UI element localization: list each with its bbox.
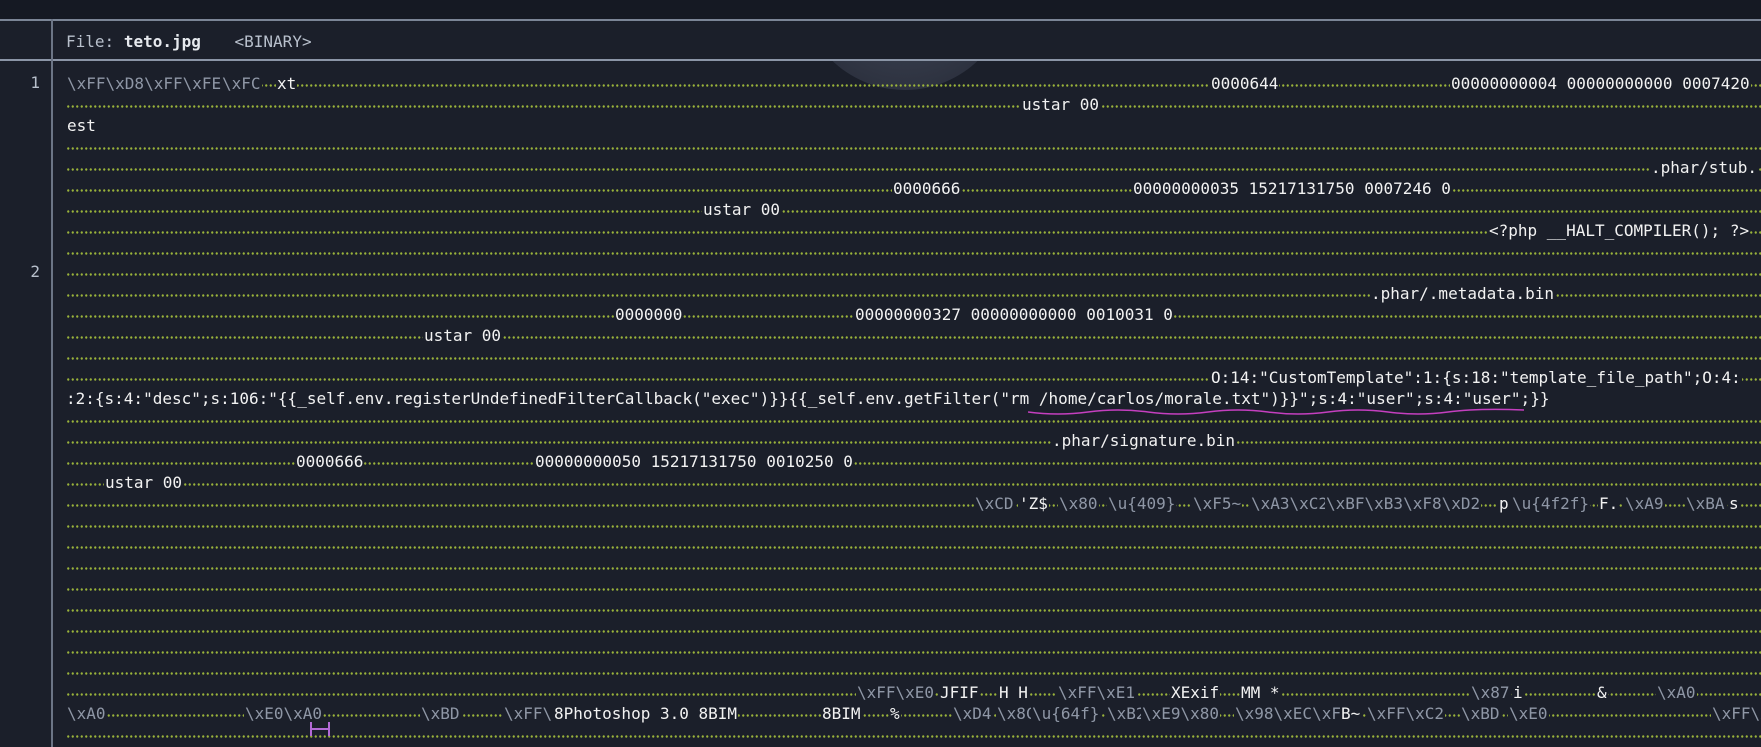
text: p xyxy=(1498,493,1510,514)
content-row: 0000666 00000000050 15217131750 0010250 … xyxy=(66,451,1761,472)
text: .phar/signature.bin xyxy=(1051,430,1237,451)
text: 00000000004 00000000000 0007420 xyxy=(1450,73,1751,94)
hex-text: \xA3\xC2 xyxy=(1250,493,1330,514)
content-row xyxy=(66,535,1761,556)
hex-text: \xFC xyxy=(221,73,262,94)
text: H H xyxy=(998,682,1029,703)
hex-text: \xBD xyxy=(420,703,461,724)
hex-text: \xE0 xyxy=(1508,703,1549,724)
content-row xyxy=(66,136,1761,157)
content-row: \xFF\xD8\xFF\xFE \xFC xt 0000644 0000000… xyxy=(66,73,1761,94)
text: 00000000035 15217131750 0007246 0 xyxy=(1132,178,1452,199)
text: ustar 00 xyxy=(702,199,782,220)
text: xt xyxy=(276,73,298,94)
hex-text: \xA0 xyxy=(66,703,107,724)
text: 0000666 xyxy=(295,451,365,472)
hex-text: \u{64f} xyxy=(1031,703,1101,724)
content-row xyxy=(66,577,1761,598)
text: & xyxy=(1596,682,1608,703)
content-row: ustar 00 xyxy=(66,325,1761,346)
content-row: \xFF\xE0 JFIF H H \xFF\xE1 XExif MM * \x… xyxy=(66,682,1761,703)
content-row: ustar 00 xyxy=(66,472,1761,493)
content-row xyxy=(66,661,1761,682)
text: .phar/stub. xyxy=(1650,157,1758,178)
file-info: File: teto.jpg <BINARY> xyxy=(66,32,312,51)
content-row: O:14:"CustomTemplate":1:{s:18:"template_… xyxy=(66,367,1761,388)
text: 0000666 xyxy=(892,178,962,199)
file-label: File: xyxy=(66,32,115,51)
top-bar xyxy=(0,0,1761,21)
hex-text: \xA9 xyxy=(1624,493,1665,514)
line-number-2: 2 xyxy=(30,262,40,281)
content-row xyxy=(66,514,1761,535)
content-row: <?php __HALT_COMPILER(); ?> xyxy=(66,220,1761,241)
hex-text: \xBD xyxy=(1460,703,1501,724)
text: est xyxy=(66,115,97,136)
hex-text: \x87 xyxy=(1470,682,1511,703)
content-row xyxy=(66,241,1761,262)
text: .phar/.metadata.bin xyxy=(1370,283,1556,304)
content-row: ustar 00 xyxy=(66,94,1761,115)
text: 0000000 xyxy=(614,304,684,325)
text-cursor-icon xyxy=(310,722,330,736)
text: ustar 00 xyxy=(1021,94,1101,115)
content-row: 0000000 00000000327 00000000000 0010031 … xyxy=(66,304,1761,325)
text: <?php __HALT_COMPILER(); ?> xyxy=(1488,220,1751,241)
text: 'Z$ xyxy=(1018,493,1049,514)
hex-text: \xBA xyxy=(1685,493,1726,514)
hex-text: \xFF\xC xyxy=(1711,703,1761,724)
content-row: \xCD 'Z$ \x80 \u{409} \xF5~ \xA3\xC2 \xB… xyxy=(66,493,1761,514)
content-row xyxy=(66,262,1761,283)
text: JFIF xyxy=(939,682,980,703)
hex-text: \x98\xEC\xF8 xyxy=(1234,703,1352,724)
hex-text: \xFF\xD8\xFF\xFE xyxy=(66,73,223,94)
file-name[interactable]: teto.jpg xyxy=(124,32,201,51)
text: 00000000327 00000000000 0010031 0 xyxy=(854,304,1174,325)
text: XExif xyxy=(1170,682,1221,703)
hex-text: \xD4 xyxy=(952,703,993,724)
content-row xyxy=(66,619,1761,640)
hex-text: \xF5~ xyxy=(1192,493,1243,514)
hex-text: \xBF\xB3\xF8\xD2 xyxy=(1325,493,1482,514)
content-row: 0000666 00000000035 15217131750 0007246 … xyxy=(66,178,1761,199)
payload-text: :2:{s:4:"desc";s:106:"{{_self.env.regist… xyxy=(66,388,1551,409)
gutter-divider xyxy=(51,19,53,747)
content-row: .phar/stub. xyxy=(66,157,1761,178)
hex-text: \xFF\xC2 xyxy=(1366,703,1446,724)
hex-text: \xE9\x80 xyxy=(1141,703,1221,724)
line-number-1: 1 xyxy=(30,73,40,92)
text: ustar 00 xyxy=(104,472,184,493)
text: % xyxy=(889,703,901,724)
text: 8BIM xyxy=(821,703,862,724)
text: s xyxy=(1728,493,1740,514)
hex-text: \xCD xyxy=(974,493,1015,514)
content-row xyxy=(66,598,1761,619)
text: ustar 00 xyxy=(423,325,503,346)
hex-text: \u{409} xyxy=(1107,493,1177,514)
text: MM * xyxy=(1240,682,1281,703)
hex-text: \xFF\xE0 xyxy=(856,682,936,703)
content-row xyxy=(66,346,1761,367)
text: 0000644 xyxy=(1210,73,1280,94)
content-row: :2:{s:4:"desc";s:106:"{{_self.env.regist… xyxy=(66,388,1761,409)
content-row xyxy=(66,556,1761,577)
text: B~ xyxy=(1340,703,1362,724)
hex-text: \u{4f2f} xyxy=(1511,493,1591,514)
content-row xyxy=(66,640,1761,661)
content-row: ustar 00 xyxy=(66,199,1761,220)
spellcheck-squiggle xyxy=(1028,408,1524,415)
hex-text: \x80 xyxy=(1058,493,1099,514)
file-type-tag: <BINARY> xyxy=(234,32,312,51)
text: 00000000050 15217131750 0010250 0 xyxy=(534,451,854,472)
text: F. xyxy=(1598,493,1620,514)
text: 8Photoshop 3.0 8BIM xyxy=(553,703,739,724)
content-row: .phar/signature.bin xyxy=(66,430,1761,451)
hex-text: \xFF\xE1 xyxy=(1057,682,1137,703)
text: i xyxy=(1512,682,1524,703)
content-row: .phar/.metadata.bin xyxy=(66,283,1761,304)
hex-text: \xA0 xyxy=(1656,682,1697,703)
content-row: est xyxy=(66,115,1761,136)
text: O:14:"CustomTemplate":1:{s:18:"template_… xyxy=(1210,367,1742,388)
